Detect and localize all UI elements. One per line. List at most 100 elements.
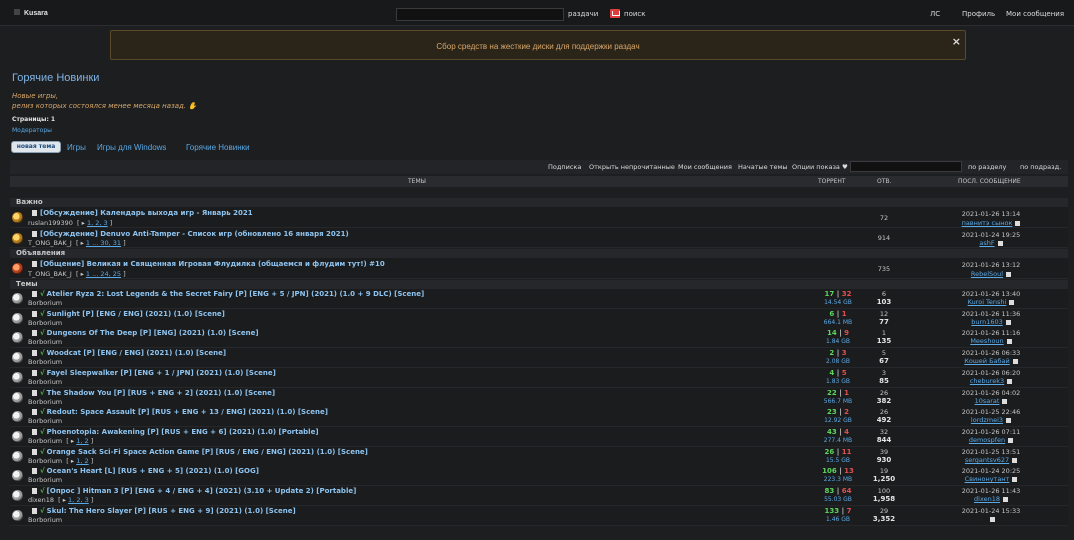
last-post-user[interactable]: Кошей Бабай <box>930 357 1052 365</box>
col-last-post: ПОСЛ. СООБЩЕНИЕ <box>958 178 1021 185</box>
lock-icon <box>32 488 37 494</box>
last-post-user[interactable]: cheburek3 <box>930 377 1052 385</box>
torrent-size-link[interactable]: 1.83 GB <box>818 378 858 385</box>
last-post-user[interactable]: павнитэ сынок <box>930 219 1052 227</box>
table-row[interactable]: [Обсуждение] Denuvo Anti-Tamper - Список… <box>10 228 1068 248</box>
table-row[interactable]: √ Redout: Space Assault [P] [RUS + ENG + … <box>10 407 1068 427</box>
nav-pm-link[interactable]: ЛС <box>930 10 940 18</box>
torrent-size-link[interactable]: 14.54 GB <box>818 299 858 306</box>
last-post-user[interactable]: 10sarat <box>930 397 1052 405</box>
topic-title-link[interactable]: √ [Опрос ] Hitman 3 [P] [ENG + 4 / ENG + … <box>32 487 356 495</box>
replies-count: 3 <box>881 369 887 377</box>
topic-title-link[interactable]: √ Dungeons Of The Deep [P] [ENG] (2021) (… <box>32 329 259 337</box>
breadcrumb-windows-games[interactable]: Игры для Windows <box>97 143 166 152</box>
last-post-user[interactable]: demospfen <box>930 436 1052 444</box>
page-title[interactable]: Горячие Новинки <box>12 72 99 84</box>
nav-my-posts-link[interactable]: Мои сообщения <box>1006 10 1064 18</box>
views-count: 382 <box>876 397 892 405</box>
topic-status-icon <box>12 293 23 304</box>
last-post-user[interactable]: Kuroi Tenshi <box>930 298 1052 306</box>
table-row[interactable]: √ The Shadow You [P] [RUS + ENG + 2] (202… <box>10 388 1068 408</box>
view-options-dropdown[interactable]: Опции показа ♥ <box>792 163 848 171</box>
moderators-link[interactable]: Модераторы <box>12 127 52 134</box>
seeds-leechers: 23 | 2 <box>826 408 850 416</box>
torrent-size-link[interactable]: 1.84 GB <box>818 338 858 345</box>
last-post-user[interactable]: sergantsv627 <box>930 456 1052 464</box>
replies-count: 914 <box>877 234 891 242</box>
topic-title-link[interactable]: √ Woodcat [P] [ENG / ENG] (2021) (1.0) [S… <box>32 349 226 357</box>
new-topic-button[interactable]: новая тема <box>11 141 61 153</box>
table-row[interactable]: √ Orange Sack Sci-Fi Space Action Game [P… <box>10 447 1068 467</box>
torrent-size-link[interactable]: 2.08 GB <box>818 358 858 365</box>
torrent-size-link[interactable]: 1.46 GB <box>818 516 858 523</box>
search-by-subsection-button[interactable]: по подразд. <box>1020 163 1061 171</box>
topic-title-link[interactable]: √ Sunlight [P] [ENG / ENG] (2021) (1.0) [… <box>32 310 225 318</box>
table-row[interactable]: √ [Опрос ] Hitman 3 [P] [ENG + 4 / ENG + … <box>10 486 1068 506</box>
site-logo[interactable]: Kusara <box>14 9 48 17</box>
torrent-size-link[interactable]: 277.4 MB <box>818 437 858 444</box>
table-row[interactable]: [Общение] Великая и Священная Игровая Фл… <box>10 258 1068 279</box>
forum-search-input[interactable] <box>850 161 962 172</box>
topic-title-link[interactable]: [Обсуждение] Denuvo Anti-Tamper - Список… <box>32 230 349 238</box>
table-row[interactable]: √ Woodcat [P] [ENG / ENG] (2021) (1.0) [S… <box>10 348 1068 368</box>
search-scope-label[interactable]: раздачи <box>568 10 598 18</box>
goto-post-icon <box>1012 358 1018 364</box>
close-icon[interactable]: × <box>952 35 961 48</box>
checked-icon: √ <box>40 389 45 397</box>
breadcrumb-games[interactable]: Игры <box>67 143 86 152</box>
table-row[interactable]: √ Fayel Sleepwalker [P] [ENG + 1 / JPN] (… <box>10 368 1068 388</box>
last-post-user[interactable]: lordzmei3 <box>930 416 1052 424</box>
topic-title-link[interactable]: [Общение] Великая и Священная Игровая Фл… <box>32 260 385 268</box>
topic-status-icon <box>12 332 23 343</box>
topic-title-link[interactable]: √ Skul: The Hero Slayer [P] [RUS + ENG + … <box>32 507 296 515</box>
subscribe-link[interactable]: Подписка <box>548 163 581 171</box>
topic-title-link[interactable]: √ Orange Sack Sci-Fi Space Action Game [P… <box>32 448 368 456</box>
page-count: Страницы: 1 <box>12 116 56 123</box>
torrent-size-link[interactable]: 15.5 GB <box>818 457 858 464</box>
last-post-user[interactable]: Meeshoun <box>930 337 1052 345</box>
table-row[interactable]: √ Dungeons Of The Deep [P] [ENG] (2021) (… <box>10 328 1068 348</box>
table-row[interactable]: √ Sunlight [P] [ENG / ENG] (2021) (1.0) [… <box>10 309 1068 329</box>
section-topics: Темы <box>10 280 1068 289</box>
breadcrumb-hot-new[interactable]: Горячие Новинки <box>186 143 250 152</box>
torrent-size-link[interactable]: 566.7 MB <box>818 398 858 405</box>
table-row[interactable]: √ Skul: The Hero Slayer [P] [RUS + ENG + … <box>10 506 1068 526</box>
last-post-date: 2021-01-25 22:46 <box>961 408 1021 416</box>
last-post-user[interactable]: burn1603 <box>930 318 1052 326</box>
pages-link: 1, 2, 3 <box>86 219 108 227</box>
table-row[interactable]: √ Ocean's Heart [L] [RUS + ENG + 5] (2021… <box>10 466 1068 486</box>
topic-title-link[interactable]: √ The Shadow You [P] [RUS + ENG + 2] (202… <box>32 389 275 397</box>
topic-title-link[interactable]: √ Atelier Ryza 2: Lost Legends & the Secr… <box>32 290 424 298</box>
table-row[interactable]: √ Phoenotopia: Awakening [P] [RUS + ENG +… <box>10 427 1068 447</box>
torrent-size-link[interactable]: 55.03 GB <box>818 496 858 503</box>
topic-title-link[interactable]: √ Ocean's Heart [L] [RUS + ENG + 5] (2021… <box>32 467 259 475</box>
pages-link: 1, 2 <box>76 437 89 445</box>
topic-title-link[interactable]: [Обсуждение] Календарь выхода игр - Янва… <box>32 209 253 217</box>
mail-icon[interactable] <box>610 9 620 18</box>
search-input[interactable] <box>396 8 564 21</box>
last-post-user[interactable]: dixen18 <box>930 495 1052 503</box>
pages-icon: ▸ <box>70 437 75 445</box>
table-row[interactable]: [Обсуждение] Календарь выхода игр - Янва… <box>10 207 1068 228</box>
page-description-line1: Новые игры, <box>12 92 59 100</box>
last-post-user[interactable] <box>930 515 1052 523</box>
seeds-leechers: 133 | 7 <box>824 507 852 515</box>
search-button[interactable]: поиск <box>624 10 646 18</box>
open-unread-link[interactable]: Открыть непрочитанные <box>589 163 675 171</box>
topic-meta: Borborium <box>28 516 63 524</box>
topic-title-link[interactable]: √ Redout: Space Assault [P] [RUS + ENG + … <box>32 408 328 416</box>
started-topics-link[interactable]: Начатые темы <box>738 163 788 171</box>
my-posts-link[interactable]: Мои сообщения <box>678 163 732 171</box>
table-row[interactable]: √ Atelier Ryza 2: Lost Legends & the Secr… <box>10 289 1068 309</box>
last-post-user[interactable]: Свинонутант <box>930 475 1052 483</box>
nav-profile-link[interactable]: Профиль <box>962 10 995 18</box>
torrent-size-link[interactable]: 12.92 GB <box>818 417 858 424</box>
torrent-size-link[interactable]: 223.3 MB <box>818 476 858 483</box>
goto-post-icon <box>1012 457 1018 463</box>
last-post-user[interactable]: ashF <box>930 239 1052 247</box>
search-by-section-button[interactable]: по разделу <box>968 163 1006 171</box>
topic-title-link[interactable]: √ Phoenotopia: Awakening [P] [RUS + ENG +… <box>32 428 319 436</box>
topic-title-link[interactable]: √ Fayel Sleepwalker [P] [ENG + 1 / JPN] (… <box>32 369 276 377</box>
torrent-size-link[interactable]: 664.1 MB <box>818 319 858 326</box>
last-post-user[interactable]: RebelSoul <box>930 270 1052 278</box>
